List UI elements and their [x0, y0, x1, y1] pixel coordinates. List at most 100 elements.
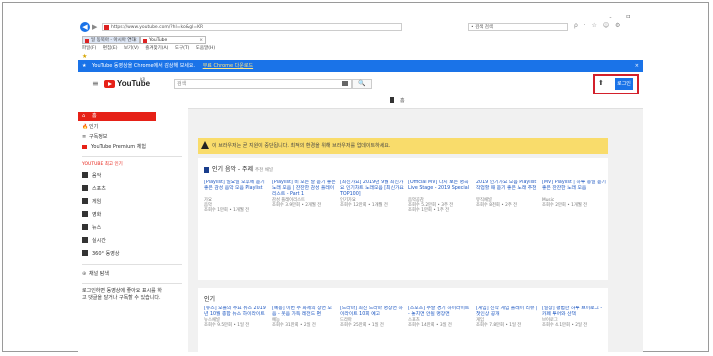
tab-label: 일 동북아 - 아시아 연대	[91, 38, 136, 43]
sidebar-item-browse-channels[interactable]: ⊕ 채널 탐색	[82, 270, 109, 279]
url-field[interactable]: https://www.youtube.com/?hl=ko&gl=KR	[102, 23, 402, 31]
home-tab-label[interactable]: 홈	[400, 97, 405, 104]
video-title[interactable]: [예능] 이번 주 화제의 장면 모음 - 웃음 가득 레전드 편	[272, 306, 336, 318]
sports-icon	[82, 185, 88, 191]
movies-icon	[82, 211, 88, 217]
warning-icon	[201, 141, 209, 149]
video-card[interactable]: [게임] 신작 게임 플레이 리뷰 | 첫인상 공개 게임 조회수 7.8만회 …	[476, 306, 540, 328]
music-icon	[82, 172, 88, 178]
video-title[interactable]: [Official MV] 다시 보는 명곡 Live Stage - 2019…	[408, 180, 472, 198]
sidebar-item-premium[interactable]: YouTube Premium 체험	[82, 143, 146, 152]
sidebar-item-sports[interactable]: 스포츠	[92, 185, 106, 192]
banner-close-icon[interactable]: ×	[635, 60, 639, 72]
video-meta: 조회수 9.5만회 • 1일 전	[204, 323, 250, 328]
menu-favorites[interactable]: 즐겨찾기(A)	[145, 46, 168, 51]
site-favicon-icon	[104, 25, 109, 30]
youtube-favicon-icon	[143, 39, 147, 43]
sidebar-item-music[interactable]: 음악	[92, 172, 101, 179]
video-card[interactable]: [Official MV] 다시 보는 명곡 Live Stage - 2019…	[408, 180, 472, 213]
menu-help[interactable]: 도움말(H)	[196, 46, 215, 51]
youtube-logo[interactable]: YouTube KR	[104, 77, 150, 89]
star-icon: ★	[82, 63, 87, 69]
video-card[interactable]: [스포츠] 주말 경기 하이라이트 - 놓치면 안될 명장면 스포츠 조회수 1…	[408, 306, 472, 328]
chrome-download-link[interactable]: 무료 Chrome 다운로드	[203, 63, 253, 69]
video-card[interactable]: [드라마] 최신 드라마 명장면 하이라이트 10회 예고 드라마 조회수 25…	[340, 306, 404, 328]
tab-first[interactable]: 일 동북아 - 아시아 연대 ×	[82, 36, 140, 44]
sidebar-item-subscriptions[interactable]: ≣ 구독정보	[82, 133, 107, 142]
menu-edit[interactable]: 편집(E)	[103, 46, 118, 51]
sidebar-item-home[interactable]: ⌂ 홈	[78, 112, 156, 121]
video-meta: 조회수 2만회 • 1개월 전	[542, 203, 588, 208]
menu-file[interactable]: 파일(F)	[82, 46, 96, 51]
video-title[interactable]: [Playlist] 일요일 오후에 듣기 좋은 감성 음악 모음 Playli…	[204, 180, 268, 198]
browser-toolbar-icons[interactable]: ρ · ☆ ☺ ⚙	[574, 22, 622, 29]
sidebar: ⌂ 홈 🔥인기 ≣ 구독정보 YouTube Premium 체험 YOUTUBE…	[78, 108, 188, 352]
search-placeholder: 검색	[177, 81, 187, 87]
video-title[interactable]: [Playlist] 비 오는 날 듣기 좋은 노래 모음 | 잔잔한 감성 플…	[272, 180, 336, 198]
video-card[interactable]: [Playlist] 일요일 오후에 듣기 좋은 감성 음악 모음 Playli…	[204, 180, 268, 213]
video-title[interactable]: [최신가요] 2019년 9월 최신가요 인기차트 노래모음 [최신가요 TOP…	[340, 180, 404, 198]
video-title[interactable]: [스포츠] 주말 경기 하이라이트 - 놓치면 안될 명장면	[408, 306, 472, 318]
forward-button[interactable]: ▶	[92, 22, 100, 32]
video-card[interactable]: [MV] Playlist | 하루 종일 듣기 좋은 잔잔한 노래 모음 Mu…	[542, 180, 606, 208]
section-title[interactable]: 인기 음악 - 주제 추천 채널	[204, 164, 273, 173]
tab-youtube[interactable]: YouTube ×	[140, 36, 206, 44]
premium-icon	[82, 144, 87, 149]
video-title[interactable]: [일상] 평범한 하루 브이로그 - 카페 투어와 산책	[542, 306, 606, 318]
warning-text: 이 브라우저는 곧 지원이 중단됩니다. 최적의 환경을 위해 브라우저를 업데…	[212, 143, 391, 149]
sidebar-item-label: 채널 탐색	[89, 271, 109, 277]
video-title[interactable]: [드라마] 최신 드라마 명장면 하이라이트 10회 예고	[340, 306, 404, 318]
banner-text: YouTube 동영상을 Chrome에서 감상해 보세요.	[92, 63, 196, 69]
tab-label: YouTube	[149, 38, 168, 43]
browser-search-field[interactable]: • 검색 검색	[468, 23, 568, 31]
search-button[interactable]: 🔍	[352, 79, 372, 89]
chrome-banner: ★ YouTube 동영상을 Chrome에서 감상해 보세요. 무료 Chro…	[78, 60, 643, 72]
video-meta: 조회수 14만회 • 3일 전	[408, 323, 452, 328]
back-button[interactable]: ◀	[80, 22, 90, 32]
browser-tabs: 일 동북아 - 아시아 연대 × YouTube ×	[78, 36, 643, 44]
logo-region: KR	[140, 77, 146, 82]
360-video-icon	[82, 250, 88, 256]
video-meta: 조회수 7.8만회 • 1일 전	[476, 323, 522, 328]
video-meta: 조회수 1만회 • 1주 전	[408, 208, 450, 213]
address-bar-row: ◀ ▶ https://www.youtube.com/?hl=ko&gl=KR…	[78, 22, 643, 34]
plus-circle-icon: ⊕	[82, 271, 87, 277]
favorites-star-icon[interactable]: ★	[82, 53, 87, 60]
tab-close-icon[interactable]: ×	[133, 37, 137, 45]
video-title[interactable]: [게임] 신작 게임 플레이 리뷰 | 첫인상 공개	[476, 306, 540, 318]
channel-icon	[204, 166, 209, 173]
subscriptions-icon: ≣	[82, 134, 87, 140]
video-card[interactable]: [최신가요] 2019년 9월 최신가요 인기차트 노래모음 [최신가요 TOP…	[340, 180, 404, 208]
fire-icon: 🔥	[82, 124, 89, 130]
search-input[interactable]: 검색	[174, 79, 352, 89]
video-title[interactable]: [뉴스] 오늘의 주요 뉴스 2019년 10월 종합 뉴스 하이라이트	[204, 306, 268, 318]
sidebar-item-trending[interactable]: 🔥인기	[82, 123, 98, 132]
menu-tools[interactable]: 도구(T)	[175, 46, 190, 51]
sidebar-login-prompt: 로그인하면 동영상에 좋아요 표시를 하고 댓글을 달거나 구독할 수 있습니다…	[82, 288, 162, 301]
video-meta: 조회수 12만회 • 1개월 전	[340, 203, 388, 208]
sidebar-divider	[82, 156, 182, 157]
video-title[interactable]: [MV] Playlist | 하루 종일 듣기 좋은 잔잔한 노래 모음	[542, 180, 606, 198]
video-title[interactable]: 2019 인기가요 모음 Playlist 작업할 때 듣기 좋은 노래 추천	[476, 180, 540, 198]
sidebar-item-movies[interactable]: 영화	[92, 211, 101, 218]
video-meta: 조회수 1만회 • 1개월 전	[204, 208, 250, 213]
sidebar-item-live[interactable]: 실시간	[92, 237, 106, 244]
section-trending: 인기 [뉴스] 오늘의 주요 뉴스 2019년 10월 종합 뉴스 하이라이트 …	[198, 288, 608, 352]
sidebar-item-label: 홈	[92, 113, 97, 119]
video-card[interactable]: [뉴스] 오늘의 주요 뉴스 2019년 10월 종합 뉴스 하이라이트 뉴스채…	[204, 306, 268, 328]
hamburger-menu-icon[interactable]: ≡	[92, 79, 99, 88]
sidebar-item-360[interactable]: 360° 동영상	[92, 250, 119, 257]
video-card[interactable]: 2019 인기가요 모음 Playlist 작업할 때 듣기 좋은 노래 추천 …	[476, 180, 540, 208]
keyboard-icon[interactable]	[342, 81, 348, 86]
sidebar-item-news[interactable]: 뉴스	[92, 224, 101, 231]
youtube-header: ≡ YouTube KR 검색 🔍 ⬆ 로그인	[78, 74, 643, 95]
menu-view[interactable]: 보기(V)	[124, 46, 139, 51]
tab-close-icon[interactable]: ×	[199, 37, 203, 45]
tab-favicon-icon	[85, 39, 89, 43]
video-card[interactable]: [예능] 이번 주 화제의 장면 모음 - 웃음 가득 레전드 편 예능 조회수…	[272, 306, 336, 328]
section-title[interactable]: 인기	[204, 294, 215, 303]
video-card[interactable]: [Playlist] 비 오는 날 듣기 좋은 노래 모음 | 잔잔한 감성 플…	[272, 180, 336, 208]
window-controls[interactable]: - ㅁ	[609, 12, 637, 21]
video-card[interactable]: [일상] 평범한 하루 브이로그 - 카페 투어와 산책 브이로그 조회수 4.…	[542, 306, 606, 328]
sidebar-item-gaming[interactable]: 게임	[92, 198, 101, 205]
